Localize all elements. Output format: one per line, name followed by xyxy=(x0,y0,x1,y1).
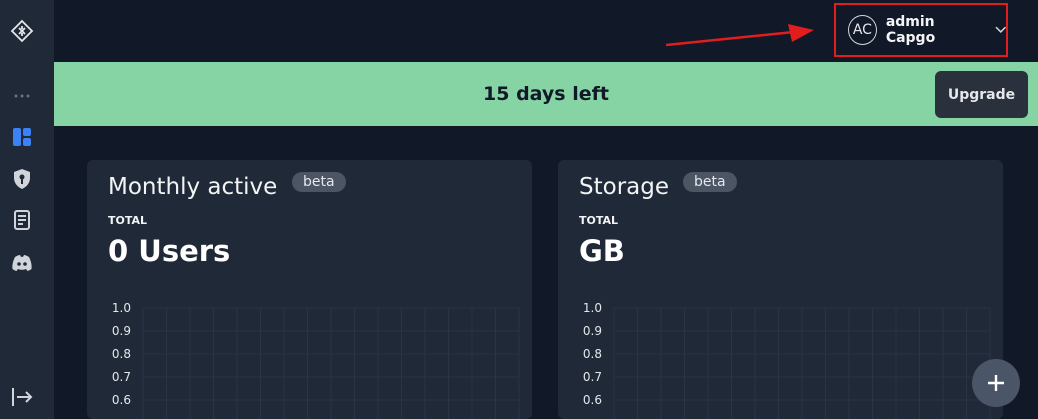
y-tick-label: 0.9 xyxy=(112,324,131,338)
add-button[interactable] xyxy=(972,359,1020,407)
y-tick-label: 0.9 xyxy=(583,324,602,338)
user-name[interactable]: admin Capgo xyxy=(886,14,985,46)
document-icon[interactable] xyxy=(10,208,34,232)
chevron-down-icon[interactable] xyxy=(994,26,1006,34)
trial-banner: 15 days left xyxy=(54,62,1038,126)
trial-days-left: 15 days left xyxy=(483,83,609,105)
beta-badge: beta xyxy=(683,172,737,192)
sidebar xyxy=(0,0,54,419)
y-tick-label: 0.6 xyxy=(583,393,602,407)
y-tick-label: 1.0 xyxy=(583,301,602,315)
card-title: Monthly active xyxy=(108,174,278,200)
y-tick-label: 0.6 xyxy=(112,393,131,407)
annotation-arrow xyxy=(665,24,814,47)
y-tick-label: 0.8 xyxy=(112,347,131,361)
storage-card: Storage beta TOTAL GB 1.0 0.9 0.8 0.7 0.6 xyxy=(558,160,1003,419)
plus-icon xyxy=(988,375,1004,391)
user-menu[interactable]: AC admin Capgo xyxy=(834,3,1008,57)
more-icon[interactable] xyxy=(10,84,34,108)
upgrade-button[interactable]: Upgrade xyxy=(935,71,1028,118)
dashboard-icon[interactable] xyxy=(10,125,34,149)
shield-key-icon[interactable] xyxy=(10,167,34,191)
beta-badge: beta xyxy=(292,172,346,192)
y-tick-label: 0.7 xyxy=(112,370,131,384)
total-label: TOTAL xyxy=(108,214,148,227)
total-label: TOTAL xyxy=(579,214,619,227)
card-title: Storage xyxy=(579,174,669,200)
y-tick-label: 0.8 xyxy=(583,347,602,361)
y-tick-label: 1.0 xyxy=(112,301,131,315)
storage-chart: 1.0 0.9 0.8 0.7 0.6 xyxy=(583,301,991,419)
logo-icon[interactable] xyxy=(10,19,34,43)
monthly-active-chart: 1.0 0.9 0.8 0.7 0.6 xyxy=(112,301,520,419)
discord-icon[interactable] xyxy=(10,251,34,275)
monthly-active-card: Monthly active beta TOTAL 0 Users 1.0 0.9… xyxy=(87,160,532,419)
total-value: GB xyxy=(579,234,625,268)
y-tick-label: 0.7 xyxy=(583,370,602,384)
avatar[interactable]: AC xyxy=(848,15,877,45)
logout-icon[interactable] xyxy=(10,385,34,409)
total-value: 0 Users xyxy=(108,234,231,268)
